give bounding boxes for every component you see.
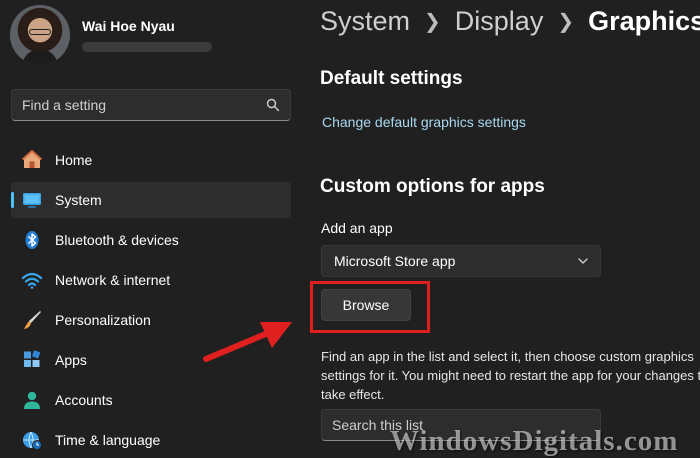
sidebar-item-label: Bluetooth & devices — [55, 232, 179, 248]
user-profile[interactable]: Wai Hoe Nyau — [10, 5, 212, 65]
breadcrumb-system[interactable]: System — [320, 6, 410, 37]
sidebar-item-home[interactable]: Home — [11, 142, 291, 178]
system-icon — [21, 189, 43, 211]
custom-options-heading: Custom options for apps — [320, 176, 545, 197]
chevron-right-icon: ❯ — [424, 11, 441, 33]
globe-clock-icon — [21, 429, 43, 451]
watermark-logo: WindowsDigitals.com — [390, 425, 679, 457]
chevron-right-icon: ❯ — [557, 11, 575, 33]
user-name: Wai Hoe Nyau — [82, 18, 175, 34]
user-email-redacted — [82, 42, 212, 52]
home-icon — [21, 149, 43, 171]
browse-highlight-box — [310, 281, 430, 333]
breadcrumb: System ❯ Display ❯ Graphics — [320, 6, 700, 37]
breadcrumb-display[interactable]: Display — [455, 6, 544, 37]
sidebar-item-label: Home — [55, 152, 93, 168]
search-icon — [266, 98, 280, 112]
red-arrow-annotation — [203, 322, 292, 362]
find-setting-search[interactable] — [11, 89, 291, 121]
sidebar-item-system[interactable]: System — [11, 182, 291, 218]
app-type-dropdown[interactable]: Microsoft Store app — [321, 245, 601, 277]
sidebar-item-label: Personalization — [55, 312, 151, 328]
find-setting-input[interactable] — [22, 97, 266, 113]
bluetooth-icon — [21, 229, 43, 251]
page-title: Graphics — [588, 6, 700, 36]
sidebar-nav: Home System Bluetooth & devices Network … — [11, 142, 291, 458]
sidebar: Wai Hoe Nyau Home — [0, 0, 300, 458]
wifi-icon — [21, 269, 43, 291]
dropdown-selected-value: Microsoft Store app — [334, 253, 456, 269]
avatar — [10, 5, 70, 65]
sidebar-item-bluetooth[interactable]: Bluetooth & devices — [11, 222, 291, 258]
apps-icon — [21, 349, 43, 371]
sidebar-item-label: Apps — [55, 352, 87, 368]
sidebar-item-label: Time & language — [55, 432, 161, 448]
sidebar-item-label: Network & internet — [55, 272, 171, 288]
sidebar-item-accounts[interactable]: Accounts — [11, 382, 291, 418]
accounts-icon — [21, 389, 43, 411]
main-content: System ❯ Display ❯ Graphics Default sett… — [320, 0, 700, 458]
add-app-label: Add an app — [321, 220, 393, 236]
sidebar-item-time-language[interactable]: Time & language — [11, 422, 291, 458]
sidebar-item-label: System — [55, 192, 102, 208]
change-default-graphics-link[interactable]: Change default graphics settings — [322, 114, 526, 130]
add-app-description: Find an app in the list and select it, t… — [321, 349, 700, 402]
sidebar-item-label: Accounts — [55, 392, 113, 408]
brush-icon — [21, 309, 43, 331]
chevron-down-icon — [578, 258, 588, 264]
default-settings-heading: Default settings — [320, 68, 463, 89]
sidebar-item-network[interactable]: Network & internet — [11, 262, 291, 298]
